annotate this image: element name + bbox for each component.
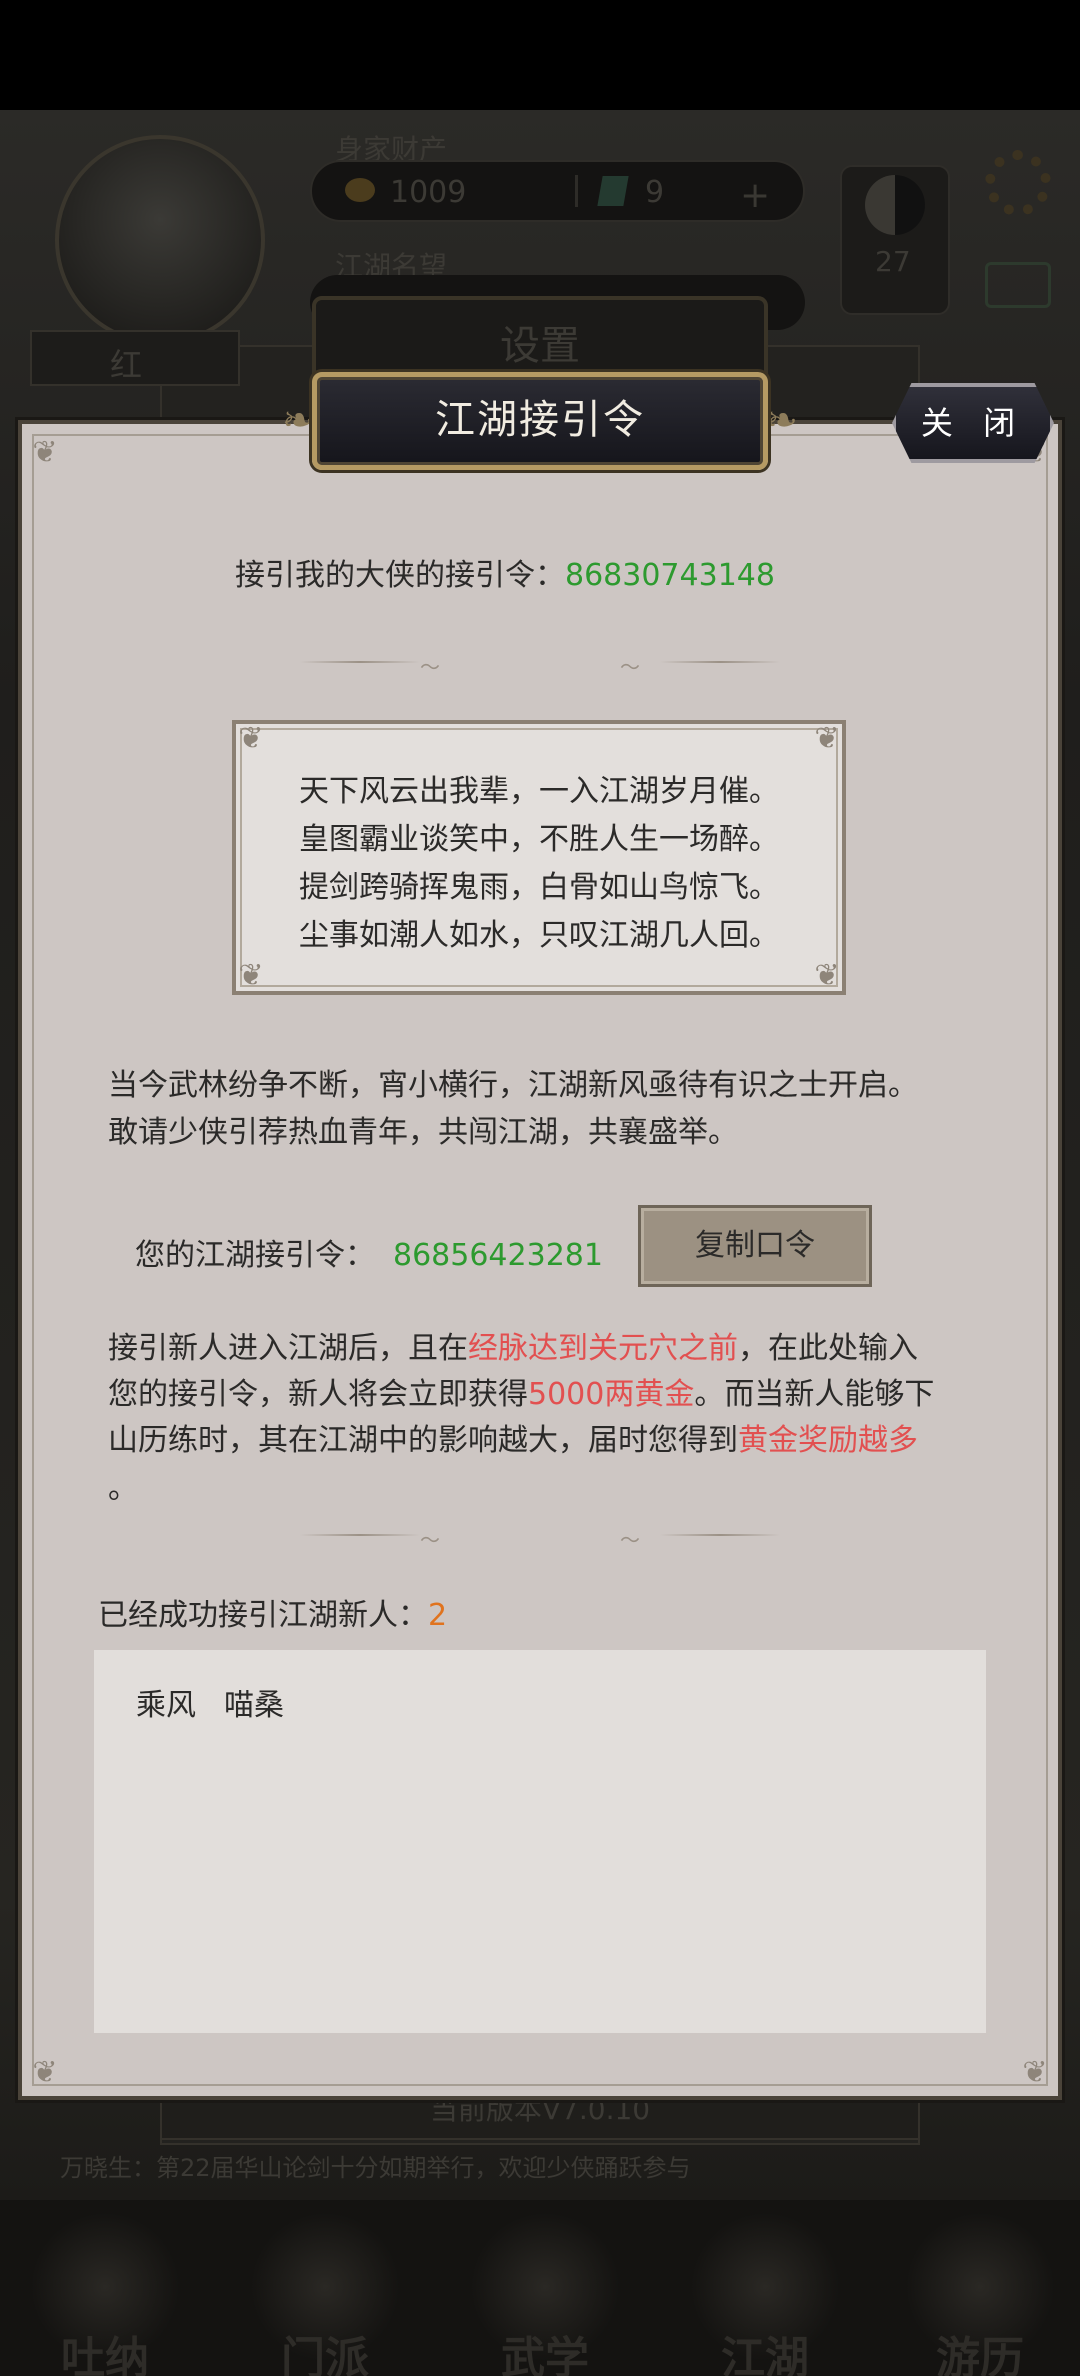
gear-icon[interactable] — [985, 150, 1051, 216]
nav-jianghu-label[interactable]: 江湖 — [690, 2322, 840, 2376]
nav-tuna-label[interactable]: 吐纳 — [30, 2322, 180, 2376]
poem-box: ❦ ❦ ❦ ❦ 天下风云出我辈，一入江湖岁月催。 皇图霸业谈笑中，不胜人生一场醉… — [232, 720, 846, 995]
invitee-list[interactable]: 乘风 喵桑 — [94, 1650, 986, 2033]
gem-amount: 9 — [645, 175, 665, 210]
resource-separator — [575, 175, 578, 207]
poem-line: 提剑跨骑挥鬼雨，白骨如山鸟惊飞。 — [299, 870, 779, 905]
rules-highlight: 黄金奖励越多 — [738, 1423, 918, 1458]
close-button[interactable]: 关 闭 — [892, 383, 1054, 463]
success-count: 2 — [428, 1598, 448, 1633]
inviter-code-row: 接引我的大侠的接引令：86830743148 — [235, 550, 775, 594]
divider: 〜 〜 — [300, 655, 780, 679]
jade-gem-icon — [597, 176, 629, 206]
nav-travel-label[interactable]: 游历 — [905, 2322, 1055, 2376]
divider-knot-icon: 〜 — [620, 655, 640, 679]
rules-line-1: 接引新人进入江湖后，且在经脉达到关元穴之前，在此处输入 — [108, 1323, 918, 1367]
corner-ornament-icon: ❦ — [238, 958, 264, 993]
rules-line-2: 您的接引令，新人将会立即获得5000两黄金。而当新人能够下 — [108, 1369, 934, 1413]
rules-text: 山历练时，其在江湖中的影响越大，届时您得到 — [108, 1423, 738, 1458]
rules-highlight: 5000两黄金 — [528, 1377, 695, 1412]
corner-ornament-icon: ❦ — [32, 435, 58, 470]
rules-line-3: 山历练时，其在江湖中的影响越大，届时您得到黄金奖励越多 — [108, 1415, 918, 1459]
divider-knot-icon: 〜 — [420, 1528, 440, 1552]
mail-icon[interactable] — [985, 262, 1051, 308]
dialog-title: 江湖接引令 — [435, 397, 645, 443]
my-code-label: 您的江湖接引令： — [135, 1238, 375, 1273]
level-number: 27 — [875, 245, 911, 278]
player-avatar — [55, 135, 265, 345]
list-item: 乘风 — [136, 1688, 196, 1723]
add-resource-icon[interactable]: + — [740, 175, 770, 216]
inviter-code-label: 接引我的大侠的接引令： — [235, 558, 565, 593]
copy-code-button[interactable]: 复制口令 — [638, 1205, 872, 1287]
resource-bar — [310, 160, 805, 222]
rules-text: ，在此处输入 — [738, 1331, 918, 1366]
my-code-value: 86856423281 — [393, 1238, 603, 1273]
divider: 〜 〜 — [300, 1528, 780, 1552]
intro-line-2: 敢请少侠引荐热血青年，共闯江湖，共襄盛举。 — [108, 1115, 738, 1150]
success-label: 已经成功接引江湖新人： — [98, 1598, 428, 1633]
inviter-code-value: 86830743148 — [565, 558, 775, 593]
title-ornament-right-icon: ❧ — [766, 398, 798, 442]
divider-knot-icon: 〜 — [620, 1528, 640, 1552]
rules-text: 。而当新人能够下 — [694, 1377, 935, 1412]
copy-code-button-label: 复制口令 — [695, 1228, 815, 1263]
player-name: 红 — [110, 346, 143, 384]
nav-sect-label[interactable]: 门派 — [250, 2322, 400, 2376]
corner-ornament-icon: ❦ — [32, 2055, 58, 2090]
poem-line: 尘事如潮人如水，只叹江湖几人回。 — [299, 918, 779, 953]
divider-knot-icon: 〜 — [420, 655, 440, 679]
poem-line: 天下风云出我辈，一入江湖岁月催。 — [299, 774, 779, 809]
rules-text: 接引新人进入江湖后，且在 — [108, 1331, 468, 1366]
nav-martial-label[interactable]: 武学 — [470, 2322, 620, 2376]
ticker-text: 万晓生：第22届华山论剑十分如期举行，欢迎少侠踊跃参与 — [60, 2154, 691, 2182]
title-ornament-left-icon: ❧ — [282, 398, 314, 442]
rules-text: 您的接引令，新人将会立即获得 — [108, 1377, 528, 1412]
corner-ornament-icon: ❦ — [1022, 2055, 1048, 2090]
list-item: 喵桑 — [224, 1688, 284, 1723]
news-ticker: 万晓生：第22届华山论剑十分如期举行，欢迎少侠踊跃参与 — [60, 2148, 1020, 2188]
rules-highlight: 经脉达到关元穴之前 — [468, 1331, 738, 1366]
success-row: 已经成功接引江湖新人：2 — [98, 1590, 447, 1634]
rules-line-4: 。 — [108, 1471, 138, 1506]
corner-ornament-icon: ❦ — [814, 721, 840, 756]
close-button-label: 关 闭 — [920, 404, 1026, 442]
dialog-title-plate: 江湖接引令 — [312, 372, 768, 470]
corner-ornament-icon: ❦ — [238, 721, 264, 756]
gold-amount: 1009 — [390, 175, 467, 210]
corner-ornament-icon: ❦ — [814, 958, 840, 993]
my-code-row: 您的江湖接引令： 86856423281 — [135, 1230, 603, 1274]
poem-line: 皇图霸业谈笑中，不胜人生一场醉。 — [299, 822, 779, 857]
yin-yang-icon — [865, 175, 925, 235]
gold-coin-icon — [345, 178, 375, 202]
intro-line-1: 当今武林纷争不断，宵小横行，江湖新风亟待有识之士开启。 — [108, 1068, 918, 1103]
